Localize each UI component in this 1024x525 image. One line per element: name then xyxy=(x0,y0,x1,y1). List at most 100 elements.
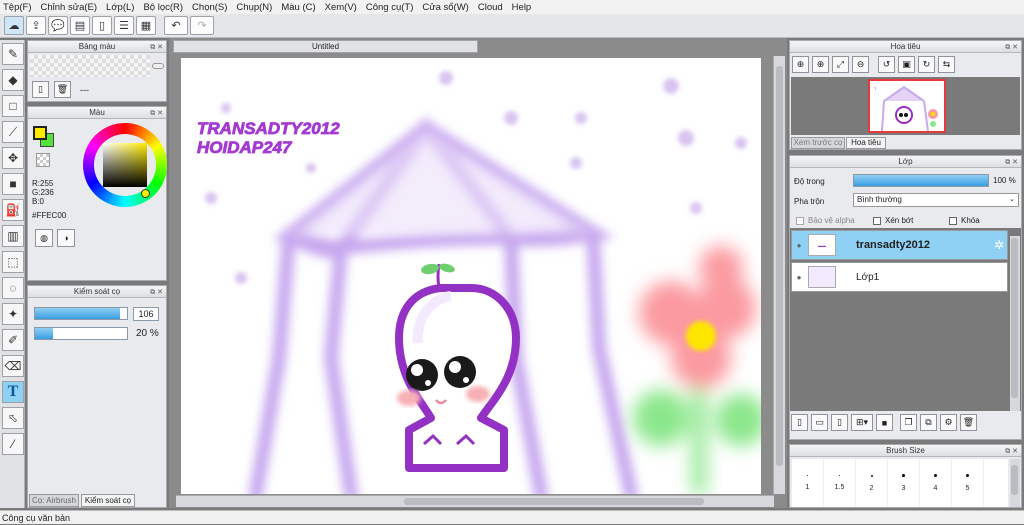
zoom-in-2-icon[interactable]: ⊕ xyxy=(812,56,829,73)
magic-wand-icon[interactable]: ✦ xyxy=(2,303,24,325)
menu-item-2[interactable]: Lớp(L) xyxy=(106,2,134,13)
grid-icon[interactable]: ▦ xyxy=(136,16,156,35)
menu-item-7[interactable]: Xem(V) xyxy=(325,2,357,13)
navigator-thumbnail[interactable]: T xyxy=(868,79,946,133)
comment-icon[interactable]: 💬 xyxy=(48,16,68,35)
color-square[interactable] xyxy=(103,143,147,187)
document-tab[interactable]: Untitled xyxy=(173,40,478,53)
color-wheel[interactable] xyxy=(83,123,167,207)
menu-item-1[interactable]: Chỉnh sửa(E) xyxy=(41,2,98,13)
panel-close-icon[interactable]: ⧉ ✕ xyxy=(1005,446,1018,458)
color-cursor[interactable] xyxy=(141,189,150,198)
brush-size-scrollbar[interactable] xyxy=(1010,459,1020,507)
brush-size-cell[interactable]: 5 xyxy=(952,459,984,507)
brush-size-cell[interactable]: 2 xyxy=(856,459,888,507)
undo-button[interactable]: ↶ xyxy=(164,16,188,35)
flip-icon[interactable]: ⇆ xyxy=(938,56,955,73)
brush-size-cell[interactable]: 4 xyxy=(920,459,952,507)
panel-close-icon[interactable]: ⧉ ✕ xyxy=(150,108,163,120)
new-layer-icon[interactable]: ▯ xyxy=(791,414,808,431)
layer-opacity-slider[interactable] xyxy=(853,174,989,187)
panel-close-icon[interactable]: ⧉ ✕ xyxy=(1005,157,1018,169)
pen-tool-icon[interactable]: ✎ xyxy=(2,43,24,65)
menu-item-0[interactable]: Tệp(F) xyxy=(3,2,32,13)
menu-item-10[interactable]: Cloud xyxy=(478,2,503,13)
swatch-scroll[interactable] xyxy=(152,63,164,69)
layer-row-lop1[interactable]: ● Lớp1 xyxy=(791,262,1008,292)
operation-tool-icon[interactable]: ⬁ xyxy=(2,407,24,429)
merge-down-icon[interactable]: ⧉ xyxy=(920,414,937,431)
delete-swatch-icon[interactable]: 🗑 xyxy=(54,81,71,98)
visibility-eye-icon[interactable]: ● xyxy=(792,273,806,282)
tab-navigator[interactable]: Hoa tiêu xyxy=(846,137,886,149)
tab-brush[interactable]: Cọ: Airbrush xyxy=(29,494,79,507)
menu-item-6[interactable]: Màu (C) xyxy=(281,2,315,13)
new-raster-icon[interactable]: ▯ xyxy=(831,414,848,431)
chat-icon[interactable]: ▤ xyxy=(70,16,90,35)
select-pen-icon[interactable]: ✐ xyxy=(2,329,24,351)
foreground-color-swatch[interactable] xyxy=(33,126,47,140)
eyedropper-tool-icon[interactable]: ⁄ xyxy=(2,433,24,455)
layer-add-menu-icon[interactable]: ⊞▾ xyxy=(851,414,873,431)
text-tool-icon[interactable]: T xyxy=(2,381,24,403)
new-swatch-icon[interactable]: ▯ xyxy=(32,81,49,98)
color-mixer-icon[interactable]: ◑ xyxy=(57,229,75,247)
protect-alpha-checkbox[interactable]: Bảo vệ alpha xyxy=(796,216,855,225)
zoom-out-icon[interactable]: ⊖ xyxy=(852,56,869,73)
canvas-vertical-scrollbar[interactable] xyxy=(773,56,785,494)
transparent-color-icon[interactable] xyxy=(36,153,50,167)
brush-size-value[interactable]: 106 xyxy=(133,307,159,321)
zoom-in-icon[interactable]: ⊕ xyxy=(792,56,809,73)
layer-row-transadty2012[interactable]: ● ▬▬ transadty2012 ✲ xyxy=(791,230,1008,260)
brush-size-slider[interactable] xyxy=(34,307,128,320)
move-tool-icon[interactable]: ✥ xyxy=(2,147,24,169)
duplicate-layer-icon[interactable]: ❐ xyxy=(900,414,917,431)
rect-select-icon[interactable]: □ xyxy=(2,95,24,117)
fill-rect-icon[interactable]: ■ xyxy=(2,173,24,195)
lock-checkbox[interactable]: Khóa xyxy=(949,216,980,225)
layer-list-scrollbar[interactable] xyxy=(1010,236,1020,411)
layer-settings-icon[interactable]: ⚙ xyxy=(940,414,957,431)
menu-item-8[interactable]: Công cụ(T) xyxy=(366,2,414,13)
checklist-icon[interactable]: ☰ xyxy=(114,16,134,35)
lasso-tool-icon[interactable]: ◌ xyxy=(2,277,24,299)
panel-close-icon[interactable]: ⧉ ✕ xyxy=(150,287,163,299)
bucket-tool-icon[interactable]: ⛽ xyxy=(2,199,24,221)
gradient-tool-icon[interactable]: ▥ xyxy=(2,225,24,247)
gear-icon[interactable]: ✲ xyxy=(994,238,1004,252)
drawing-canvas[interactable]: TRANSADTY2012 HOIDAP247 xyxy=(181,58,761,494)
blend-mode-select[interactable]: Bình thường ⌄ xyxy=(853,193,1019,207)
cloud-icon[interactable]: ☁ xyxy=(4,16,24,35)
new-folder-icon[interactable]: ■ xyxy=(876,414,893,431)
delete-layer-icon[interactable]: 🗑 xyxy=(960,414,977,431)
menu-item-11[interactable]: Help xyxy=(512,2,532,13)
brush-size-cell[interactable]: 1.5 xyxy=(824,459,856,507)
export-icon[interactable]: ⇪ xyxy=(26,16,46,35)
brush-size-cell[interactable]: 3 xyxy=(888,459,920,507)
color-palette-icon[interactable]: ◍ xyxy=(35,229,53,247)
navigator-area[interactable]: T xyxy=(791,77,1020,135)
menu-item-4[interactable]: Chọn(S) xyxy=(192,2,227,13)
menu-item-3[interactable]: Bộ lọc(R) xyxy=(143,2,183,13)
menu-item-9[interactable]: Cửa sổ(W) xyxy=(422,2,468,13)
brush-size-cell[interactable]: 1 xyxy=(792,459,824,507)
panel-close-icon[interactable]: ⧉ ✕ xyxy=(150,42,163,54)
selection-tool-icon[interactable]: ⬚ xyxy=(2,251,24,273)
brush-size-grid[interactable]: 1 1.5 2 3 4 5 xyxy=(792,459,1008,507)
rotate-left-icon[interactable]: ↺ xyxy=(878,56,895,73)
menu-item-5[interactable]: Chụp(N) xyxy=(236,2,272,13)
document-icon[interactable]: ▯ xyxy=(92,16,112,35)
line-tool-icon[interactable]: ⟋ xyxy=(2,121,24,143)
visibility-eye-icon[interactable]: ● xyxy=(792,241,806,250)
tab-brush-control[interactable]: Kiểm soát cọ xyxy=(81,494,135,507)
panel-close-icon[interactable]: ⧉ ✕ xyxy=(1005,42,1018,54)
tab-brush-preview[interactable]: Xem trước cọ xyxy=(791,137,845,149)
fit-icon[interactable]: ⤢ xyxy=(832,56,849,73)
new-vector-layer-icon[interactable]: ▭ xyxy=(811,414,828,431)
canvas-horizontal-scrollbar[interactable] xyxy=(176,495,774,507)
rotate-right-icon[interactable]: ↻ xyxy=(918,56,935,73)
redo-button[interactable]: ↷ xyxy=(190,16,214,35)
eraser-tool-icon[interactable]: ◆ xyxy=(2,69,24,91)
reset-view-icon[interactable]: ▣ xyxy=(898,56,915,73)
brush-opacity-slider[interactable] xyxy=(34,327,128,340)
